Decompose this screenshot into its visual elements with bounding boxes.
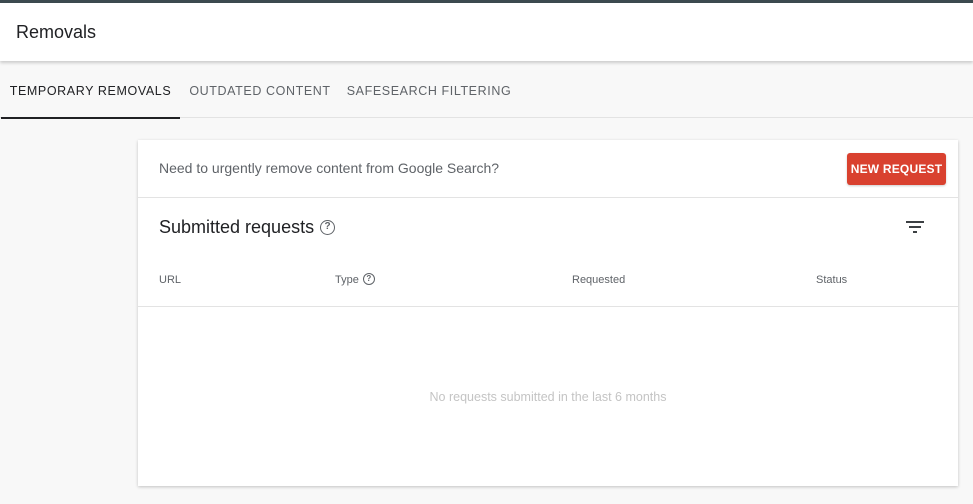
page-header: Removals [0,3,973,61]
help-circle-icon[interactable]: ? [362,273,375,286]
column-header-type-label: Type [335,274,359,286]
column-header-requested[interactable]: Requested [572,274,625,286]
submitted-requests-title: Submitted requests [159,217,315,237]
tab-temporary-removals[interactable]: TEMPORARY REMOVALS [1,61,180,119]
column-header-type[interactable]: Type? [335,273,375,286]
submitted-requests-heading: Submitted requests? [159,217,336,238]
empty-state-message: No requests submitted in the last 6 mont… [429,390,667,404]
new-request-button[interactable]: NEW REQUEST [847,153,946,185]
tab-safesearch-filtering[interactable]: SAFESEARCH FILTERING [340,61,518,118]
help-circle-icon[interactable]: ? [320,219,336,235]
urgent-removal-bar: Need to urgently remove content from Goo… [138,140,958,198]
requests-table-header: URL Type? Requested Status [138,262,958,307]
removals-card: Need to urgently remove content from Goo… [138,140,958,486]
column-header-status[interactable]: Status [816,274,847,286]
page-title: Removals [16,22,97,42]
filter-icon[interactable] [903,215,927,239]
urgent-removal-text: Need to urgently remove content from Goo… [159,160,500,176]
column-header-url[interactable]: URL [159,274,181,286]
tab-bar: TEMPORARY REMOVALS OUTDATED CONTENT SAFE… [0,61,973,119]
tab-outdated-content[interactable]: OUTDATED CONTENT [180,61,340,118]
